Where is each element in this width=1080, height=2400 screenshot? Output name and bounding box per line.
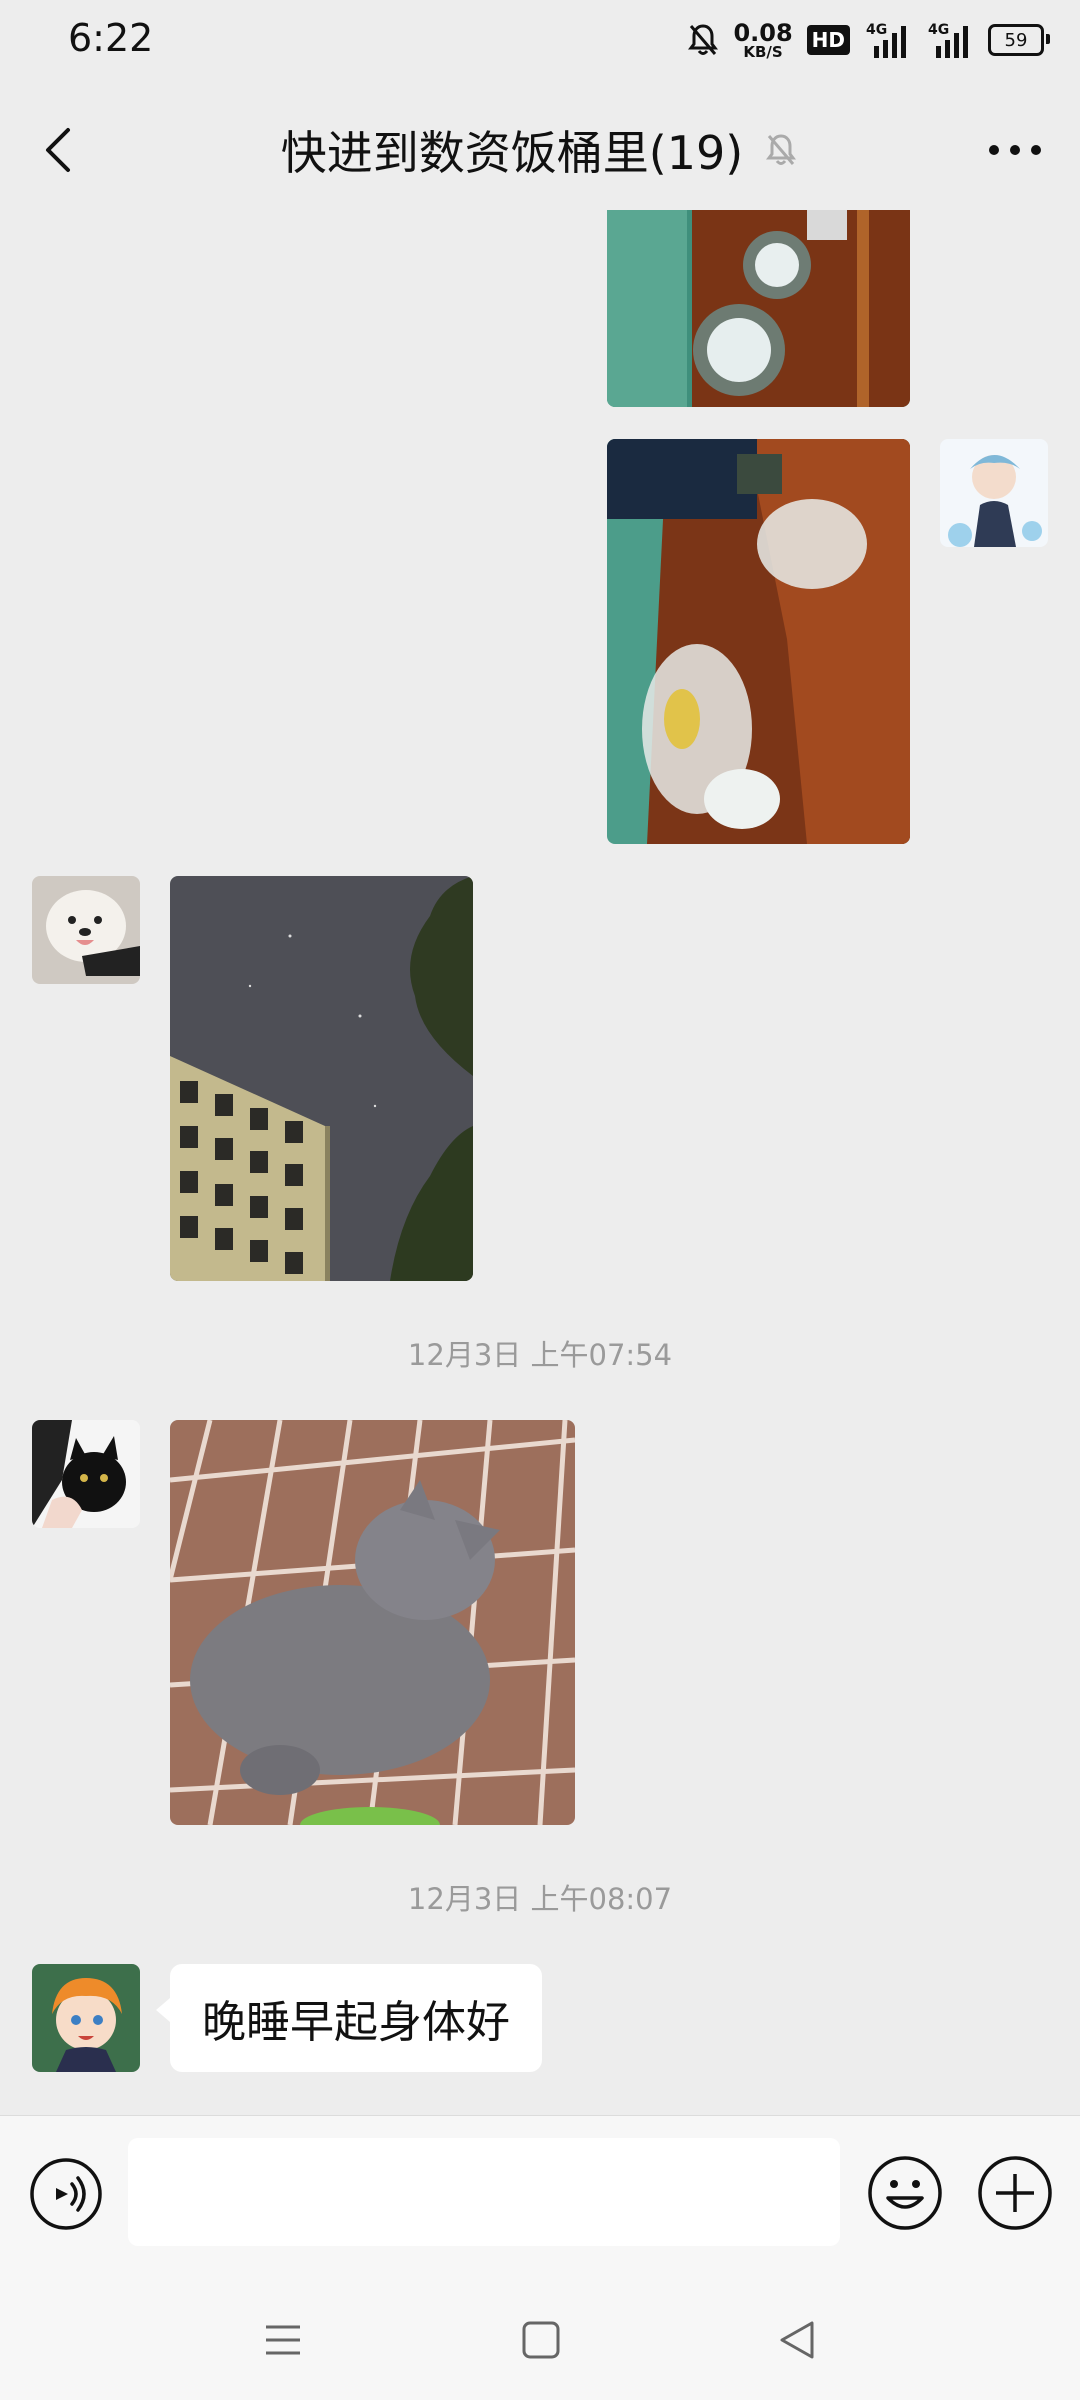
sender-avatar-cat[interactable]	[32, 1420, 140, 1528]
timestamp-1: 12月3日 上午07:54	[407, 1338, 673, 1372]
sender-avatar-anime[interactable]	[32, 1964, 140, 2072]
input-bar	[0, 2115, 1080, 2276]
message-list[interactable]: 12月3日 上午07:54 12月3日 上午08:07 晚睡早起身体好	[0, 210, 1080, 2115]
signal-icon: 4G	[928, 22, 968, 58]
menu-icon[interactable]	[258, 2315, 308, 2365]
status-time: 6:22	[68, 16, 154, 60]
net-speed: 0.08 KB/S	[733, 21, 792, 60]
mute-bell-icon	[688, 24, 719, 55]
home-icon[interactable]	[516, 2315, 566, 2365]
voice-icon[interactable]	[28, 2156, 104, 2232]
battery-icon: 59	[988, 24, 1050, 56]
emoji-icon[interactable]	[866, 2154, 944, 2232]
status-icons: 0.08 KB/S HD 4G 4G 59	[687, 14, 1050, 66]
my-avatar[interactable]	[940, 439, 1048, 547]
image-message-night-building[interactable]	[170, 876, 473, 1281]
net-speed-value: 0.08	[733, 18, 793, 47]
signal2-label: 4G	[928, 22, 949, 38]
image-message-cat[interactable]	[170, 1420, 575, 1825]
chat-title[interactable]: 快进到数资饭桶里(19)	[281, 117, 743, 183]
image-message-food-1[interactable]	[607, 210, 910, 407]
avatar-image	[32, 1420, 140, 1528]
back-triangle-icon[interactable]	[772, 2315, 822, 2365]
status-bar: 6:22 0.08 KB/S HD 4G 4G 59	[0, 0, 1080, 80]
message-input[interactable]	[128, 2138, 840, 2246]
more-icon[interactable]	[980, 120, 1050, 180]
avatar-image	[940, 439, 1048, 547]
image-message-food-2[interactable]	[607, 439, 910, 844]
food-photo-2	[607, 439, 910, 844]
text-message-bubble[interactable]: 晚睡早起身体好	[156, 1964, 542, 2072]
avatar-image	[32, 876, 140, 984]
signal1-label: 4G	[866, 22, 887, 38]
chat-header: 快进到数资饭桶里(19)	[0, 95, 1080, 205]
avatar-image	[32, 1964, 140, 2072]
food-photo-1	[607, 210, 910, 407]
title-wrap: 快进到数资饭桶里(19)	[0, 117, 1080, 183]
muted-bell-icon	[766, 134, 797, 165]
battery-level: 59	[1004, 29, 1028, 51]
night-building-photo	[170, 876, 473, 1281]
net-speed-unit: KB/S	[743, 42, 783, 61]
sender-avatar-dog[interactable]	[32, 876, 140, 984]
cat-photo	[170, 1420, 575, 1825]
signal-icon: 4G	[866, 22, 906, 58]
hd-badge: HD	[806, 25, 850, 55]
system-nav-bar	[0, 2275, 1080, 2400]
plus-icon[interactable]	[976, 2154, 1054, 2232]
timestamp-2: 12月3日 上午08:07	[407, 1882, 673, 1916]
